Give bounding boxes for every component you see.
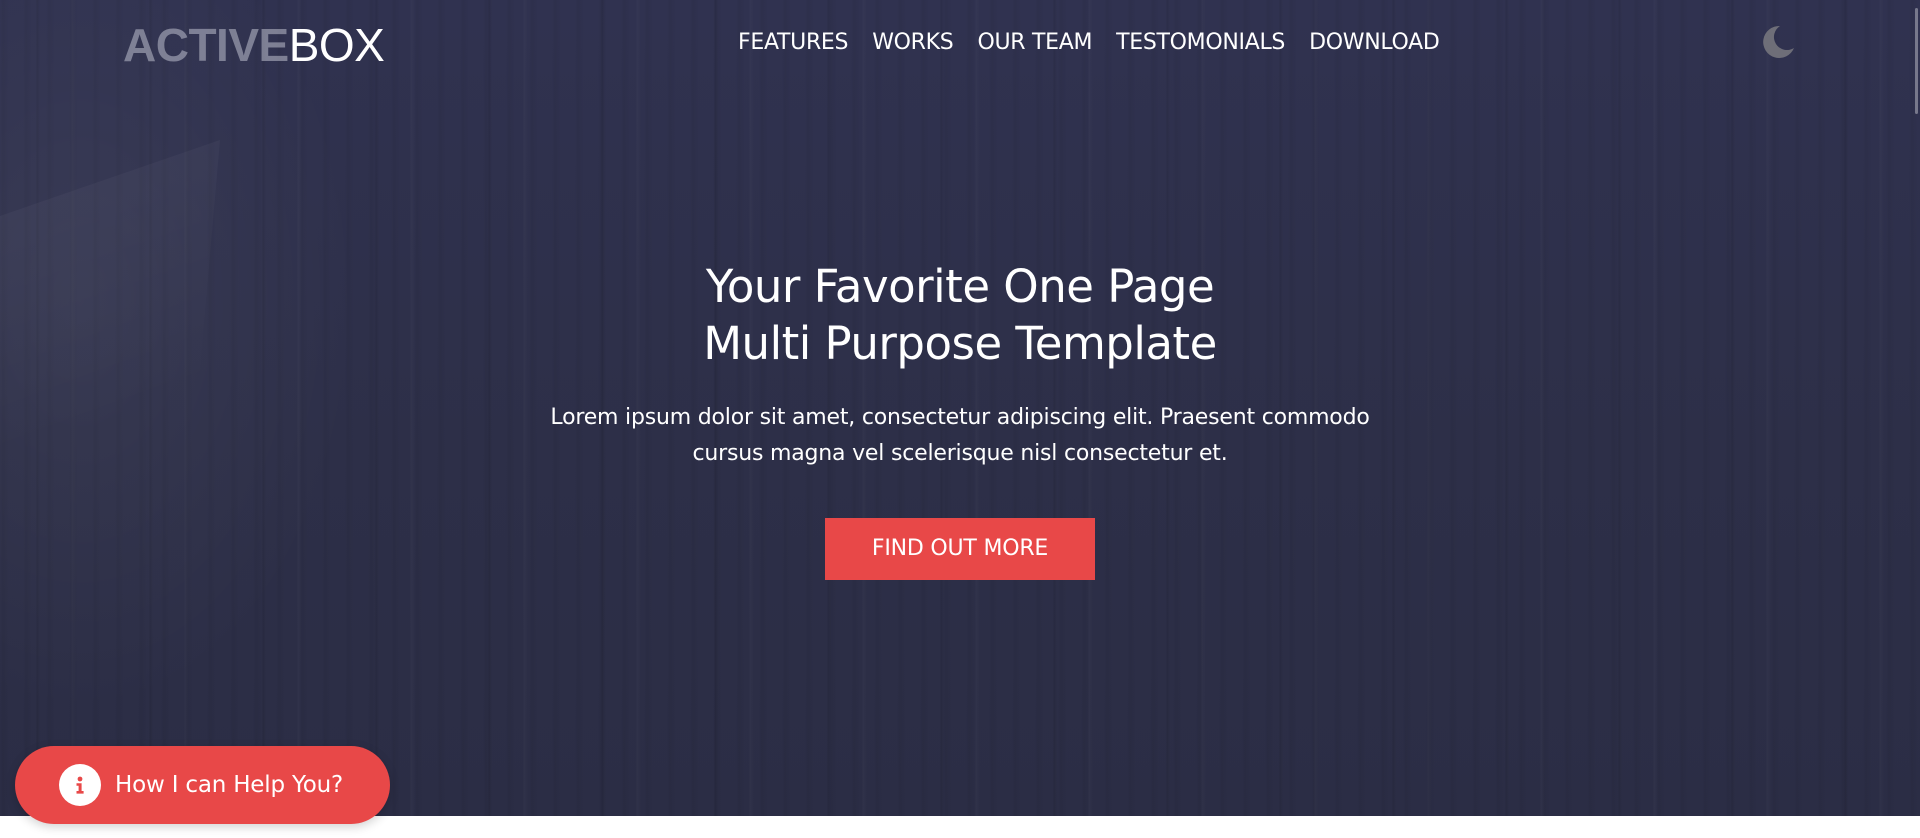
hero-title-line-1: Your Favorite One Page [705, 260, 1215, 313]
info-icon [59, 764, 101, 806]
logo-text-light: BOX [288, 19, 385, 71]
site-logo[interactable]: ACTIVE BOX [123, 19, 385, 71]
main-nav: FEATURES WORKS OUR TEAM TESTOMONIALS DOW… [726, 26, 1452, 60]
hero-subtitle: Lorem ipsum dolor sit amet, consectetur … [550, 400, 1370, 472]
help-chat-button[interactable]: How I can Help You? [15, 746, 390, 824]
hero-background-texture [0, 140, 220, 520]
theme-toggle-button[interactable] [1756, 22, 1796, 62]
nav-item-works[interactable]: WORKS [860, 26, 965, 60]
hero-subtitle-line-2: cursus magna vel scelerisque nisl consec… [692, 441, 1228, 466]
find-out-more-button[interactable]: FIND OUT MORE [825, 518, 1095, 580]
logo-text-strong: ACTIVE [123, 19, 289, 71]
nav-item-features[interactable]: FEATURES [726, 26, 860, 60]
hero-subtitle-line-1: Lorem ipsum dolor sit amet, consectetur … [550, 405, 1370, 430]
nav-item-testimonials[interactable]: TESTOMONIALS [1104, 26, 1297, 60]
scrollbar-thumb[interactable] [1915, 8, 1918, 114]
hero-title-line-2: Multi Purpose Template [703, 317, 1217, 370]
page-scrollbar[interactable] [1912, 0, 1920, 838]
hero-content: Your Favorite One Page Multi Purpose Tem… [460, 258, 1460, 580]
hero-title: Your Favorite One Page Multi Purpose Tem… [460, 258, 1460, 372]
help-label: How I can Help You? [115, 772, 344, 798]
nav-item-our-team[interactable]: OUR TEAM [965, 26, 1104, 60]
moon-icon [1763, 25, 1794, 58]
nav-item-download[interactable]: DOWNLOAD [1297, 26, 1451, 60]
